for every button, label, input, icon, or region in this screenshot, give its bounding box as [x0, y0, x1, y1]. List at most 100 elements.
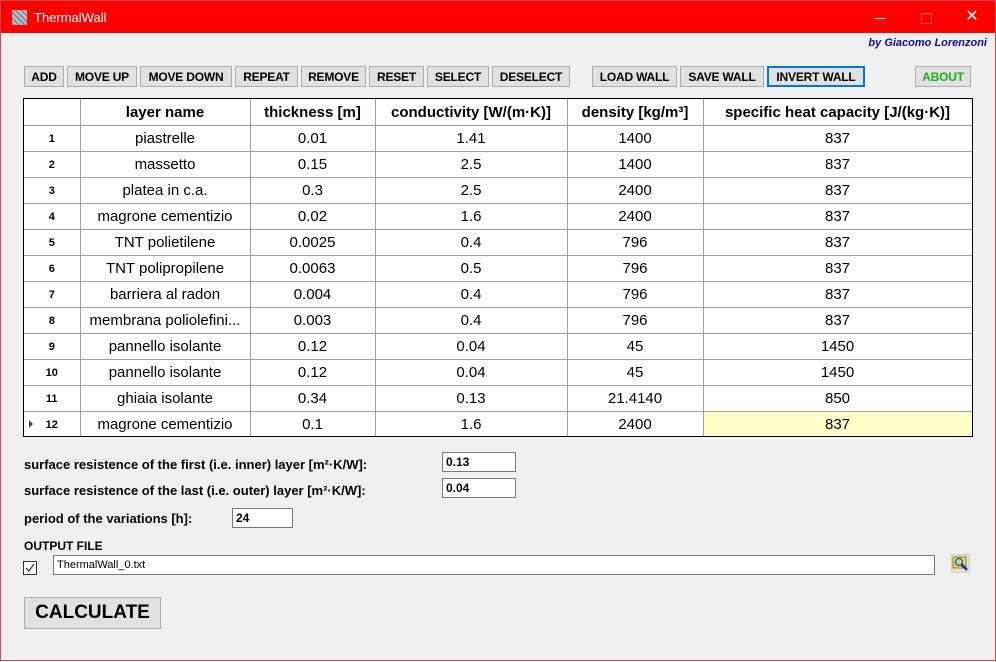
- invert-wall-button[interactable]: INVERT WALL: [767, 66, 865, 87]
- conductivity-cell[interactable]: 0.04: [374, 359, 568, 386]
- thickness-cell[interactable]: 0.02: [249, 203, 376, 230]
- conductivity-cell[interactable]: 1.6: [374, 203, 568, 230]
- specific-heat-cell[interactable]: 850: [702, 385, 972, 412]
- thickness-cell[interactable]: 0.3: [249, 177, 376, 204]
- row-header[interactable]: 1: [24, 125, 81, 152]
- layer-name-cell[interactable]: pannello isolante: [79, 333, 251, 360]
- column-header-layer-name[interactable]: layer name: [79, 99, 251, 126]
- density-cell[interactable]: 796: [566, 255, 704, 282]
- conductivity-cell[interactable]: 0.13: [374, 385, 568, 412]
- specific-heat-cell[interactable]: 837: [702, 307, 972, 334]
- table-row[interactable]: 6 TNT polipropilene 0.0063 0.5 796 837: [24, 255, 972, 282]
- table-row[interactable]: 4 magrone cementizio 0.02 1.6 2400 837: [24, 203, 972, 230]
- layer-name-cell[interactable]: piastrelle: [79, 125, 251, 152]
- move-down-button[interactable]: MOVE DOWN: [140, 66, 232, 87]
- output-file-checkbox[interactable]: [23, 561, 37, 575]
- thickness-cell[interactable]: 0.0025: [249, 229, 376, 256]
- thickness-cell[interactable]: 0.004: [249, 281, 376, 308]
- calculate-button[interactable]: CALCULATE: [24, 597, 161, 629]
- density-cell[interactable]: 45: [566, 359, 704, 386]
- table-row[interactable]: 7 barriera al radon 0.004 0.4 796 837: [24, 281, 972, 308]
- row-header[interactable]: 6: [24, 255, 81, 282]
- specific-heat-cell[interactable]: 837: [702, 229, 972, 256]
- row-header[interactable]: 9: [24, 333, 81, 360]
- outer-resistance-input[interactable]: [442, 478, 516, 498]
- layer-name-cell[interactable]: magrone cementizio: [79, 411, 251, 436]
- thickness-cell[interactable]: 0.1: [249, 411, 376, 436]
- layer-name-cell[interactable]: ghiaia isolante: [79, 385, 251, 412]
- specific-heat-cell[interactable]: 837: [702, 203, 972, 230]
- browse-button[interactable]: [951, 554, 970, 573]
- column-header-rownum[interactable]: [24, 99, 81, 126]
- table-row[interactable]: 11 ghiaia isolante 0.34 0.13 21.4140 850: [24, 385, 972, 412]
- layer-name-cell[interactable]: massetto: [79, 151, 251, 178]
- density-cell[interactable]: 796: [566, 307, 704, 334]
- specific-heat-cell[interactable]: 837: [702, 177, 972, 204]
- about-button[interactable]: ABOUT: [915, 66, 971, 87]
- reset-button[interactable]: RESET: [369, 66, 424, 87]
- table-row[interactable]: 2 massetto 0.15 2.5 1400 837: [24, 151, 972, 178]
- conductivity-cell[interactable]: 0.4: [374, 307, 568, 334]
- table-row[interactable]: 1 piastrelle 0.01 1.41 1400 837: [24, 125, 972, 152]
- density-cell[interactable]: 1400: [566, 151, 704, 178]
- layers-grid[interactable]: layer name thickness [m] conductivity [W…: [23, 98, 973, 437]
- thickness-cell[interactable]: 0.15: [249, 151, 376, 178]
- column-header-density[interactable]: density [kg/m³]: [566, 99, 704, 126]
- specific-heat-cell[interactable]: 837: [702, 281, 972, 308]
- density-cell[interactable]: 2400: [566, 411, 704, 436]
- select-button[interactable]: SELECT: [427, 66, 489, 87]
- remove-button[interactable]: REMOVE: [301, 66, 366, 87]
- density-cell[interactable]: 21.4140: [566, 385, 704, 412]
- layer-name-cell[interactable]: platea in c.a.: [79, 177, 251, 204]
- specific-heat-cell[interactable]: 837: [702, 411, 972, 436]
- maximize-button[interactable]: [903, 1, 949, 33]
- specific-heat-cell[interactable]: 837: [702, 255, 972, 282]
- table-row[interactable]: 10 pannello isolante 0.12 0.04 45 1450: [24, 359, 972, 386]
- conductivity-cell[interactable]: 0.4: [374, 281, 568, 308]
- add-button[interactable]: ADD: [24, 66, 64, 87]
- minimize-button[interactable]: [857, 1, 903, 33]
- layer-name-cell[interactable]: magrone cementizio: [79, 203, 251, 230]
- table-row[interactable]: 3 platea in c.a. 0.3 2.5 2400 837: [24, 177, 972, 204]
- row-header[interactable]: 5: [24, 229, 81, 256]
- thickness-cell[interactable]: 0.12: [249, 359, 376, 386]
- specific-heat-cell[interactable]: 837: [702, 151, 972, 178]
- row-header[interactable]: 12: [24, 411, 81, 436]
- table-row[interactable]: 12 magrone cementizio 0.1 1.6 2400 837: [24, 411, 972, 436]
- density-cell[interactable]: 2400: [566, 177, 704, 204]
- layer-name-cell[interactable]: TNT polipropilene: [79, 255, 251, 282]
- row-header[interactable]: 10: [24, 359, 81, 386]
- repeat-button[interactable]: REPEAT: [235, 66, 298, 87]
- density-cell[interactable]: 45: [566, 333, 704, 360]
- specific-heat-cell[interactable]: 1450: [702, 359, 972, 386]
- thickness-cell[interactable]: 0.003: [249, 307, 376, 334]
- thickness-cell[interactable]: 0.34: [249, 385, 376, 412]
- conductivity-cell[interactable]: 2.5: [374, 151, 568, 178]
- period-input[interactable]: [232, 508, 293, 528]
- output-file-input[interactable]: [53, 555, 935, 575]
- conductivity-cell[interactable]: 2.5: [374, 177, 568, 204]
- column-header-specific-heat[interactable]: specific heat capacity [J/(kg·K)]: [702, 99, 972, 126]
- row-header[interactable]: 8: [24, 307, 81, 334]
- conductivity-cell[interactable]: 0.4: [374, 229, 568, 256]
- conductivity-cell[interactable]: 0.5: [374, 255, 568, 282]
- row-header[interactable]: 11: [24, 385, 81, 412]
- thickness-cell[interactable]: 0.01: [249, 125, 376, 152]
- conductivity-cell[interactable]: 0.04: [374, 333, 568, 360]
- density-cell[interactable]: 796: [566, 281, 704, 308]
- specific-heat-cell[interactable]: 837: [702, 125, 972, 152]
- layer-name-cell[interactable]: pannello isolante: [79, 359, 251, 386]
- row-header[interactable]: 4: [24, 203, 81, 230]
- column-header-thickness[interactable]: thickness [m]: [249, 99, 376, 126]
- load-wall-button[interactable]: LOAD WALL: [592, 66, 677, 87]
- save-wall-button[interactable]: SAVE WALL: [680, 66, 764, 87]
- table-row[interactable]: 5 TNT polietilene 0.0025 0.4 796 837: [24, 229, 972, 256]
- deselect-button[interactable]: DESELECT: [492, 66, 570, 87]
- conductivity-cell[interactable]: 1.41: [374, 125, 568, 152]
- move-up-button[interactable]: MOVE UP: [67, 66, 137, 87]
- layer-name-cell[interactable]: TNT polietilene: [79, 229, 251, 256]
- row-header[interactable]: 2: [24, 151, 81, 178]
- thickness-cell[interactable]: 0.12: [249, 333, 376, 360]
- row-header[interactable]: 7: [24, 281, 81, 308]
- column-header-conductivity[interactable]: conductivity [W/(m·K)]: [374, 99, 568, 126]
